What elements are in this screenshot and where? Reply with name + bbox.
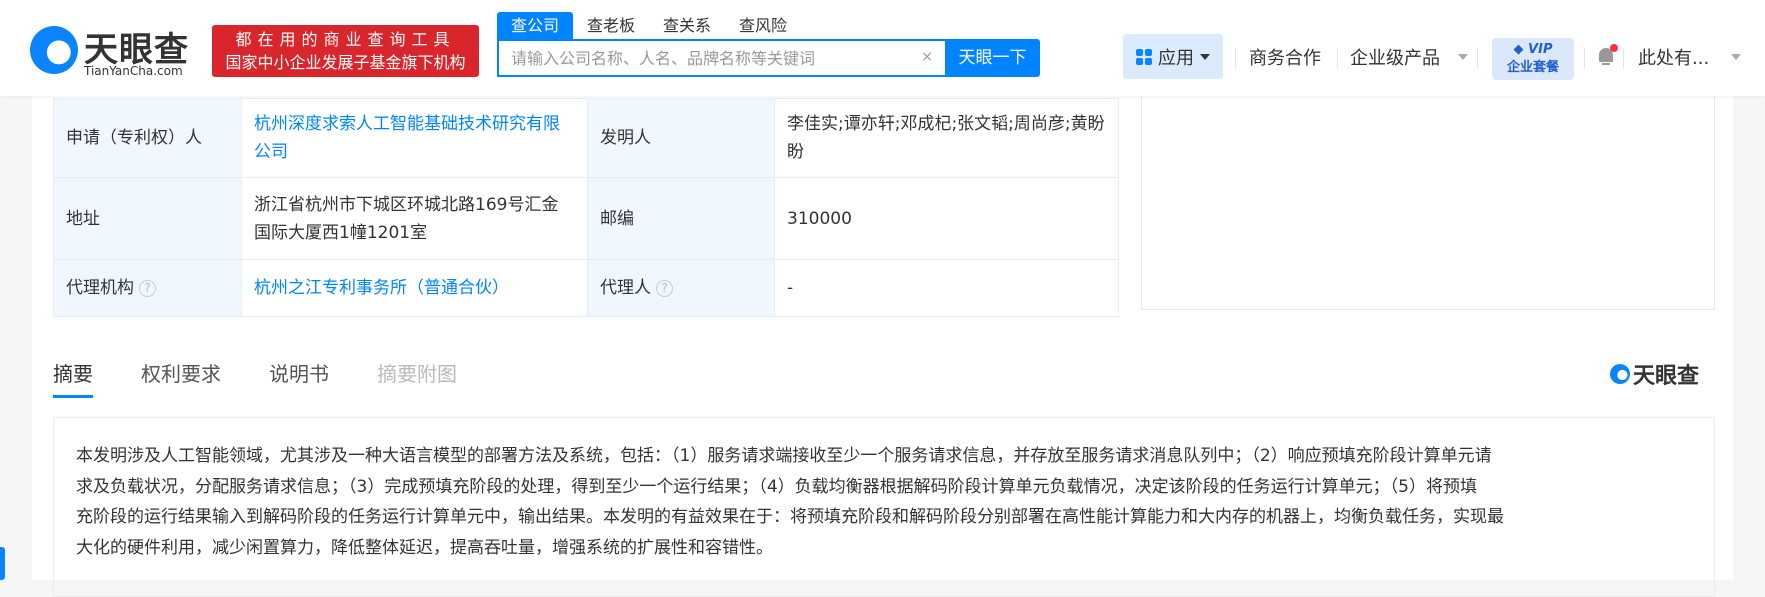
top-header: 天眼查 TianYanCha.com 都在用的商业查询工具 国家中小企业发展子基… <box>0 0 1765 96</box>
logo-eye-icon <box>30 26 78 74</box>
inventor-label: 发明人 <box>587 98 775 178</box>
business-cooperation-label: 商务合作 <box>1249 48 1321 69</box>
applicant-link[interactable]: 杭州深度求索人工智能基础技术研究有限公司 <box>241 98 588 178</box>
postcode-value: 310000 <box>774 177 1119 260</box>
divider <box>1235 48 1236 68</box>
side-panel <box>1141 94 1715 310</box>
abstract-line: 本发明涉及人工智能领域，尤其涉及一种大语言模型的部署方法及系统，包括：（1）服务… <box>76 446 1492 466</box>
patent-detail-card: 申请（专利权）人 杭州深度求索人工智能基础技术研究有限公司 发明人 李佳实;谭亦… <box>32 94 1733 597</box>
caret-down-icon <box>1200 53 1210 60</box>
tab-abstract[interactable]: 摘要 <box>53 358 93 398</box>
agent-value: - <box>774 259 1119 317</box>
vip-enterprise-package-button[interactable]: ◆ VIP 企业套餐 <box>1492 38 1574 80</box>
agency-link[interactable]: 杭州之江专利事务所（普通合伙） <box>241 259 588 317</box>
apps-grid-icon <box>1136 48 1152 65</box>
patent-info-table: 申请（专利权）人 杭州深度求索人工智能基础技术研究有限公司 发明人 李佳实;谭亦… <box>53 98 1119 317</box>
user-name: 此处有... <box>1638 48 1710 69</box>
apps-label: 应用 <box>1158 47 1194 69</box>
address-value: 浙江省杭州市下城区环城北路169号汇金国际大厦西1幢1201室 <box>241 177 588 260</box>
side-float-tab[interactable] <box>0 547 5 580</box>
vip-package-label: 企业套餐 <box>1506 60 1559 75</box>
inventor-value: 李佳实;谭亦轩;邓成杞;张文韬;周尚彦;黄盼盼 <box>774 98 1119 178</box>
watermark-logo-text: 天眼查 <box>1633 364 1700 389</box>
address-label: 地址 <box>53 177 242 260</box>
search-tabs: 查公司 查老板 查关系 查风险 <box>497 12 801 39</box>
caret-down-icon <box>1458 54 1468 60</box>
logo-domain: TianYanCha.com <box>84 64 183 78</box>
postcode-label: 邮编 <box>587 177 775 260</box>
help-icon[interactable]: ? <box>656 279 673 297</box>
abstract-line: 充阶段的运行结果输入到解码阶段的任务运行计算单元中，输出结果。本发明的有益效果在… <box>76 507 1504 528</box>
enterprise-products-label: 企业级产品 <box>1350 48 1440 69</box>
agent-label-cell: 代理人? <box>587 259 775 317</box>
slogan-badge: 都在用的商业查询工具 国家中小企业发展子基金旗下机构 <box>212 25 479 77</box>
search-tab-risk[interactable]: 查风险 <box>725 12 801 39</box>
table-row: 申请（专利权）人 杭州深度求索人工智能基础技术研究有限公司 发明人 李佳实;谭亦… <box>53 98 1119 178</box>
caret-down-icon <box>1731 54 1742 60</box>
notification-bell-icon[interactable] <box>1597 44 1618 66</box>
tianyancha-logo[interactable]: 天眼查 TianYanCha.com <box>30 22 190 78</box>
business-cooperation-link[interactable]: 商务合作 <box>1249 44 1321 70</box>
unread-dot <box>1610 44 1618 52</box>
tab-description[interactable]: 说明书 <box>269 358 329 398</box>
table-row: 代理机构? 杭州之江专利事务所（普通合伙） 代理人? - <box>53 259 1119 317</box>
user-menu[interactable]: 此处有... <box>1638 44 1742 70</box>
search-tab-company[interactable]: 查公司 <box>497 12 574 39</box>
search-tab-boss[interactable]: 查老板 <box>573 12 649 39</box>
divider <box>1584 48 1585 68</box>
divider <box>1477 48 1478 68</box>
diamond-icon: ◆ <box>1513 42 1524 57</box>
content-tabs: 摘要 权利要求 说明书 摘要附图 <box>53 358 457 398</box>
logo-eye-icon <box>1610 364 1630 384</box>
vip-label: VIP <box>1528 42 1553 57</box>
abstract-line: 大化的硬件利用，减少闲置算力，降低整体延迟，提高吞吐量，增强系统的扩展性和容错性… <box>76 537 773 558</box>
apps-menu-button[interactable]: 应用 <box>1123 34 1223 79</box>
agency-label-cell: 代理机构? <box>53 259 242 317</box>
slogan-line1: 都在用的商业查询工具 <box>235 30 456 49</box>
clear-icon[interactable]: × <box>921 49 933 65</box>
slogan-line2: 国家中小企业发展子基金旗下机构 <box>225 53 466 72</box>
abstract-line: 求及负载状况，分配服务请求信息；（3）完成预填充阶段的处理，得到至少一个运行结果… <box>76 476 1477 497</box>
applicant-label: 申请（专利权）人 <box>53 98 242 178</box>
search-input[interactable] <box>499 41 899 75</box>
enterprise-products-menu[interactable]: 企业级产品 <box>1350 44 1468 70</box>
tab-claims[interactable]: 权利要求 <box>141 358 221 398</box>
search-button[interactable]: 天眼一下 <box>945 39 1040 77</box>
agency-label: 代理机构 <box>66 278 134 298</box>
agent-label: 代理人 <box>600 278 651 298</box>
table-row: 地址 浙江省杭州市下城区环城北路169号汇金国际大厦西1幢1201室 邮编 31… <box>53 177 1119 260</box>
watermark-logo: 天眼查 <box>1610 358 1699 390</box>
divider <box>1623 48 1624 68</box>
search-tab-relation[interactable]: 查关系 <box>649 12 725 39</box>
search-box: × <box>497 39 945 77</box>
help-icon[interactable]: ? <box>139 279 156 297</box>
abstract-text: 本发明涉及人工智能领域，尤其涉及一种大语言模型的部署方法及系统，包括：（1）服务… <box>53 417 1715 597</box>
tab-abstract-figures: 摘要附图 <box>377 362 457 386</box>
divider <box>1337 48 1338 68</box>
